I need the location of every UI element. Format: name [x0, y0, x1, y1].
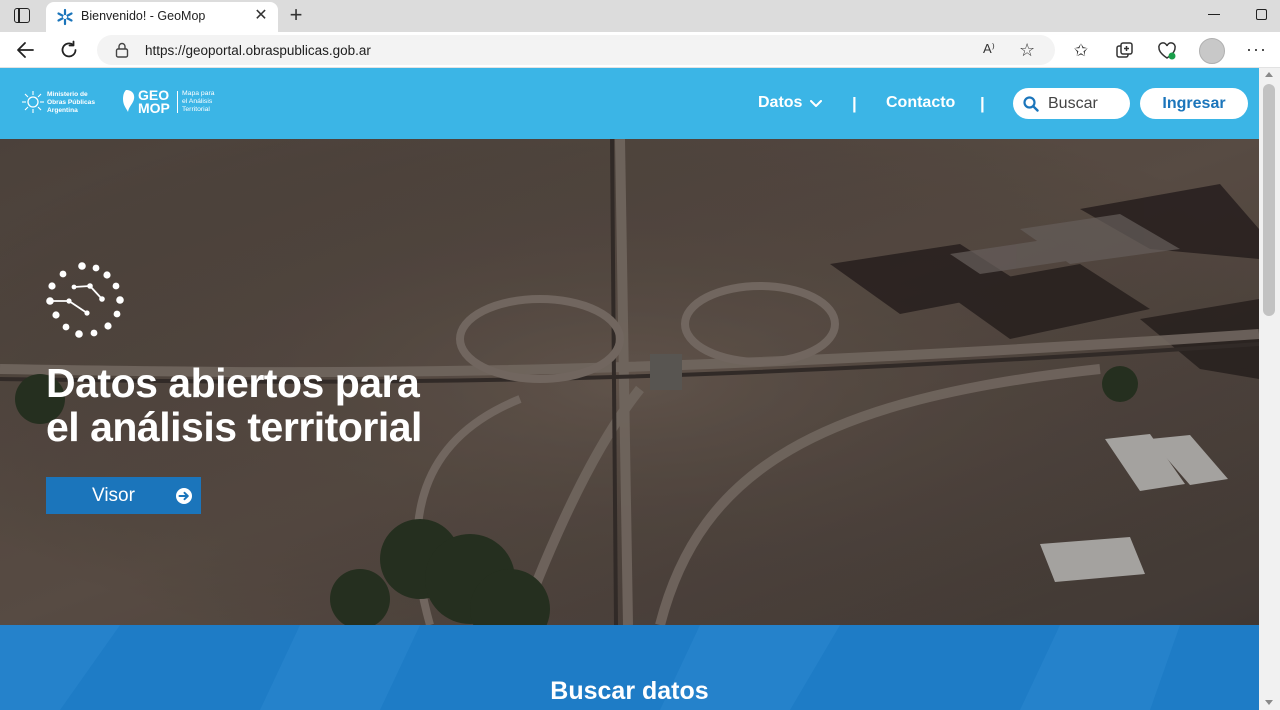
search-icon[interactable]: [1023, 96, 1039, 112]
geomop-word-mop: MOP: [138, 100, 170, 116]
close-icon[interactable]: ✕: [252, 7, 270, 25]
hero-title-line-1: Datos abiertos para: [46, 360, 420, 406]
profile-avatar[interactable]: [1199, 38, 1225, 64]
nav-separator: |: [980, 94, 985, 113]
geomop-tagline: Mapa para el Análisis Territorial: [182, 90, 215, 114]
scrollbar-thumb[interactable]: [1263, 84, 1275, 316]
logo-divider: [177, 91, 178, 113]
lock-icon[interactable]: [115, 42, 129, 58]
search-input[interactable]: [1048, 93, 1124, 114]
favorites-icon[interactable]: ✩: [1070, 40, 1092, 62]
reload-icon[interactable]: [58, 39, 80, 61]
hero-title: Datos abiertos para el análisis territor…: [46, 361, 466, 449]
nav-datos[interactable]: Datos: [758, 94, 802, 112]
page-viewport: Ministerio de Obras Públicas Argentina G…: [0, 68, 1259, 710]
tagline-line-2: el Análisis: [182, 98, 213, 105]
arrow-circle-right-icon: [176, 488, 192, 504]
nav-contacto[interactable]: Contacto: [886, 94, 955, 112]
tagline-line-3: Territorial: [182, 106, 210, 113]
open-data-dots-icon: [46, 262, 124, 338]
browser-tab-bar: Bienvenido! - GeoMop ✕ +: [0, 0, 1280, 32]
login-button[interactable]: Ingresar: [1140, 88, 1248, 119]
browser-tab[interactable]: Bienvenido! - GeoMop ✕: [46, 2, 278, 32]
argentina-sun-icon: [22, 91, 44, 113]
scroll-down-icon[interactable]: [1265, 700, 1273, 705]
url-text[interactable]: https://geoportal.obraspublicas.gob.ar: [145, 43, 371, 58]
chevron-down-icon[interactable]: [810, 100, 822, 108]
ministry-logo[interactable]: Ministerio de Obras Públicas Argentina: [22, 86, 102, 120]
search-section-title: Buscar datos: [550, 677, 709, 705]
sidebar-toggle-icon[interactable]: [14, 8, 30, 23]
tab-title: Bienvenido! - GeoMop: [81, 9, 206, 23]
geomop-pin-icon: [123, 90, 135, 112]
geomop-logo[interactable]: GEO MOP Mapa para el Análisis Territoria…: [120, 86, 230, 120]
search-data-section: Buscar datos: [0, 625, 1259, 710]
geomop-wordmark: GEO MOP: [138, 88, 170, 116]
back-icon[interactable]: [15, 39, 37, 61]
address-bar[interactable]: https://geoportal.obraspublicas.gob.ar A…: [97, 35, 1055, 65]
ministry-line-1: Ministerio de: [47, 91, 88, 98]
browser-essentials-icon[interactable]: [1156, 40, 1178, 62]
restore-icon[interactable]: [1256, 9, 1267, 20]
page-scrollbar[interactable]: [1259, 68, 1280, 710]
nav-separator: |: [852, 94, 857, 113]
ministry-line-2: Obras Públicas: [47, 99, 96, 106]
hero-banner: Datos abiertos para el análisis territor…: [0, 139, 1259, 625]
ministry-line-3: Argentina: [47, 107, 78, 114]
minimize-icon[interactable]: [1208, 14, 1220, 16]
ministry-logo-text: Ministerio de Obras Públicas Argentina: [47, 91, 95, 115]
tagline-line-1: Mapa para: [182, 90, 215, 97]
geomop-favicon: [57, 8, 73, 26]
favorite-star-icon[interactable]: ☆: [1019, 40, 1035, 61]
scroll-up-icon[interactable]: [1265, 72, 1273, 77]
new-tab-icon[interactable]: +: [285, 4, 307, 26]
read-aloud-icon[interactable]: A⁾: [983, 41, 995, 57]
browser-toolbar: https://geoportal.obraspublicas.gob.ar A…: [0, 32, 1280, 68]
visor-button[interactable]: Visor: [46, 477, 201, 514]
more-menu-icon[interactable]: ···: [1246, 39, 1267, 60]
search-box[interactable]: [1013, 88, 1130, 119]
hero-title-line-2: el análisis territorial: [46, 404, 422, 450]
collections-icon[interactable]: [1114, 40, 1136, 62]
visor-button-label: Visor: [92, 485, 135, 506]
site-header: Ministerio de Obras Públicas Argentina G…: [0, 68, 1259, 139]
